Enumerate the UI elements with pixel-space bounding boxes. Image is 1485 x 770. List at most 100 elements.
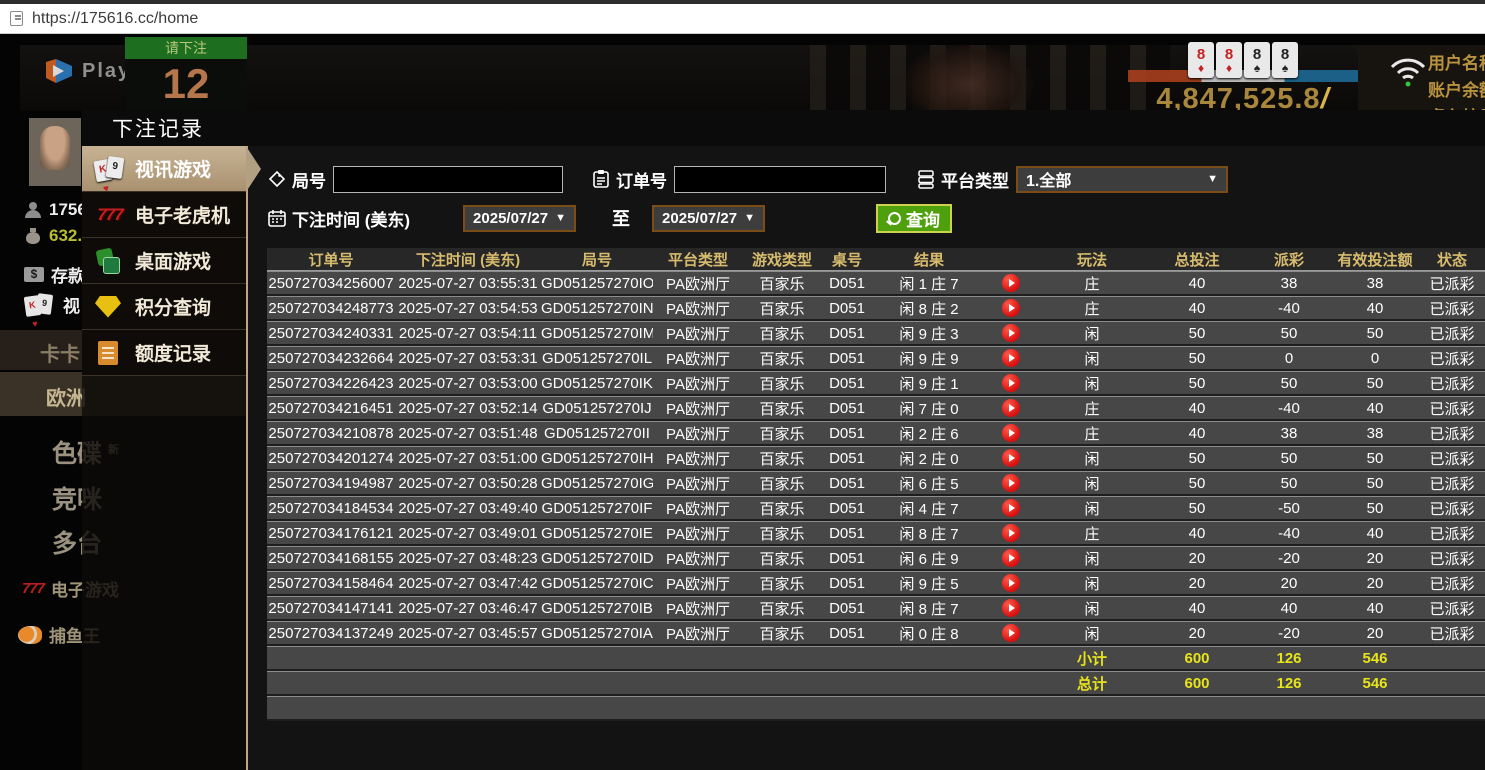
info-label-username: 用户名称 — [1428, 54, 1485, 73]
cell-payout: -20 — [1247, 621, 1331, 646]
cell-table-number: D051 — [821, 421, 873, 446]
tab-video-games[interactable]: K ♥ 9 视讯游戏 — [82, 146, 246, 195]
cell-result: 闲 8 庄 2 — [873, 296, 985, 321]
replay-play-icon[interactable] — [1002, 574, 1020, 593]
bet-table-header-row: 订单号 下注时间 (美东) 局号 平台类型 游戏类型 桌号 结果 玩法 总投注 派彩 有效投注额 状态 — [267, 248, 1485, 271]
cell-platform: PA欧洲厅 — [653, 271, 743, 296]
cell-replay — [985, 396, 1037, 421]
cell-order-number: 250727034248773 — [267, 296, 395, 321]
credit-doc-icon — [98, 340, 118, 365]
cell-order-number: 250727034184534 — [267, 496, 395, 521]
replay-play-icon[interactable] — [1002, 349, 1020, 368]
filter-row-1: 局号 订单号 平台类型 1.全部 ▼ — [267, 164, 1485, 194]
subtotal-row: 小计 600 126 546 — [267, 646, 1485, 671]
search-icon — [888, 211, 902, 225]
bet-table-row: 250727034210878 2025-07-27 03:51:48 GD05… — [267, 421, 1485, 446]
column-header: 玩法 — [1037, 248, 1147, 271]
cell-platform: PA欧洲厅 — [653, 596, 743, 621]
cell-game-type: 百家乐 — [743, 421, 821, 446]
column-header: 状态 — [1419, 248, 1485, 271]
cell-bet-side: 闲 — [1037, 496, 1147, 521]
cell-table-number: D051 — [821, 621, 873, 646]
bet-table-wrapper: 订单号 下注时间 (美东) 局号 平台类型 游戏类型 桌号 结果 玩法 总投注 派彩 有效投注额 状态… — [267, 248, 1485, 770]
table-games-icon — [95, 249, 121, 274]
replay-play-icon[interactable] — [1002, 624, 1020, 643]
cell-table-number: D051 — [821, 296, 873, 321]
cell-total-bet: 40 — [1147, 521, 1247, 546]
replay-play-icon[interactable] — [1002, 399, 1020, 418]
replay-play-icon[interactable] — [1002, 599, 1020, 618]
cell-payout: 50 — [1247, 446, 1331, 471]
tab-label: 视讯游戏 — [135, 160, 212, 181]
replay-play-icon[interactable] — [1002, 274, 1020, 293]
cell-table-number: D051 — [821, 321, 873, 346]
browser-url-bar[interactable]: https://175616.cc/home — [0, 4, 1485, 34]
cell-order-number: 250727034158464 — [267, 571, 395, 596]
video-label-partial: 视 — [63, 297, 80, 316]
cell-order-number: 250727034137249 — [267, 621, 395, 646]
fishing-king-icon — [18, 625, 42, 644]
cell-platform: PA欧洲厅 — [653, 496, 743, 521]
replay-play-icon[interactable] — [1002, 299, 1020, 318]
replay-play-icon[interactable] — [1002, 474, 1020, 493]
date-from-select[interactable]: 2025/07/27 ▼ — [463, 204, 577, 232]
bet-table-body: 250727034256007 2025-07-27 03:55:31 GD05… — [267, 271, 1485, 646]
cell-replay — [985, 346, 1037, 371]
search-button[interactable]: 查询 — [876, 203, 953, 233]
replay-play-icon[interactable] — [1002, 499, 1020, 518]
cell-platform: PA欧洲厅 — [653, 471, 743, 496]
subtotal-valid: 546 — [1331, 646, 1419, 671]
cell-status: 已派彩 — [1419, 421, 1485, 446]
replay-play-icon[interactable] — [1002, 549, 1020, 568]
tab-points-query[interactable]: 积分查询 — [82, 284, 246, 330]
replay-play-icon[interactable] — [1002, 524, 1020, 543]
cell-platform: PA欧洲厅 — [653, 546, 743, 571]
tab-credit-records[interactable]: 额度记录 — [82, 330, 246, 376]
platform-selected-value: 1.全部 — [1026, 173, 1072, 190]
cell-status: 已派彩 — [1419, 521, 1485, 546]
bet-table-row: 250727034201274 2025-07-27 03:51:00 GD05… — [267, 446, 1485, 471]
cell-result: 闲 8 庄 7 — [873, 521, 985, 546]
playing-card: 8 ♦ — [1188, 42, 1214, 78]
cell-payout: -20 — [1247, 546, 1331, 571]
hall-label-kaka: 卡卡 — [40, 344, 80, 366]
date-to-select[interactable]: 2025/07/27 ▼ — [652, 204, 766, 232]
cell-result: 闲 0 庄 8 — [873, 621, 985, 646]
column-header: 局号 — [541, 248, 653, 271]
platform-select[interactable]: 1.全部 ▼ — [1016, 165, 1228, 193]
cell-status: 已派彩 — [1419, 371, 1485, 396]
cell-result: 闲 9 庄 5 — [873, 571, 985, 596]
modal-title: 下注记录 — [82, 110, 1485, 146]
order-label: 订单号 — [616, 171, 667, 191]
screen: https://175616.cc/home PlayAce 请下注 12 8♦… — [0, 0, 1485, 770]
slots-777-icon: 777 — [22, 580, 45, 597]
column-header: 结果 — [873, 248, 985, 271]
cell-bet-time: 2025-07-27 03:48:23 — [395, 546, 541, 571]
replay-play-icon[interactable] — [1002, 324, 1020, 343]
cell-round-number: GD051257270IE — [541, 521, 653, 546]
cell-game-type: 百家乐 — [743, 346, 821, 371]
cell-valid-bet: 38 — [1331, 421, 1419, 446]
replay-play-icon[interactable] — [1002, 449, 1020, 468]
cell-bet-time: 2025-07-27 03:47:42 — [395, 571, 541, 596]
cell-status: 已派彩 — [1419, 596, 1485, 621]
tab-slots[interactable]: 777 电子老虎机 — [82, 192, 246, 238]
cell-table-number: D051 — [821, 446, 873, 471]
filter-row-2: 下注时间 (美东) 2025/07/27 ▼ 至 2025/07/27 ▼ 查询 — [267, 203, 1485, 233]
bet-table-row: 250727034184534 2025-07-27 03:49:40 GD05… — [267, 496, 1485, 521]
url-text[interactable]: https://175616.cc/home — [32, 10, 198, 28]
bet-table-row: 250727034147141 2025-07-27 03:46:47 GD05… — [267, 596, 1485, 621]
cell-bet-side: 闲 — [1037, 471, 1147, 496]
replay-play-icon[interactable] — [1002, 374, 1020, 393]
round-input[interactable] — [333, 165, 563, 193]
bet-table-row: 250727034240331 2025-07-27 03:54:11 GD05… — [267, 321, 1485, 346]
cell-valid-bet: 40 — [1331, 521, 1419, 546]
cell-order-number: 250727034168155 — [267, 546, 395, 571]
order-input[interactable] — [674, 165, 886, 193]
replay-play-icon[interactable] — [1002, 424, 1020, 443]
sidebar-item-video[interactable]: K ♥ 9 视 — [23, 292, 80, 329]
deposit-button[interactable]: $ 存款 — [24, 262, 85, 287]
cell-order-number: 250727034201274 — [267, 446, 395, 471]
tab-table-games[interactable]: 桌面游戏 — [82, 238, 246, 284]
cell-payout: -40 — [1247, 521, 1331, 546]
